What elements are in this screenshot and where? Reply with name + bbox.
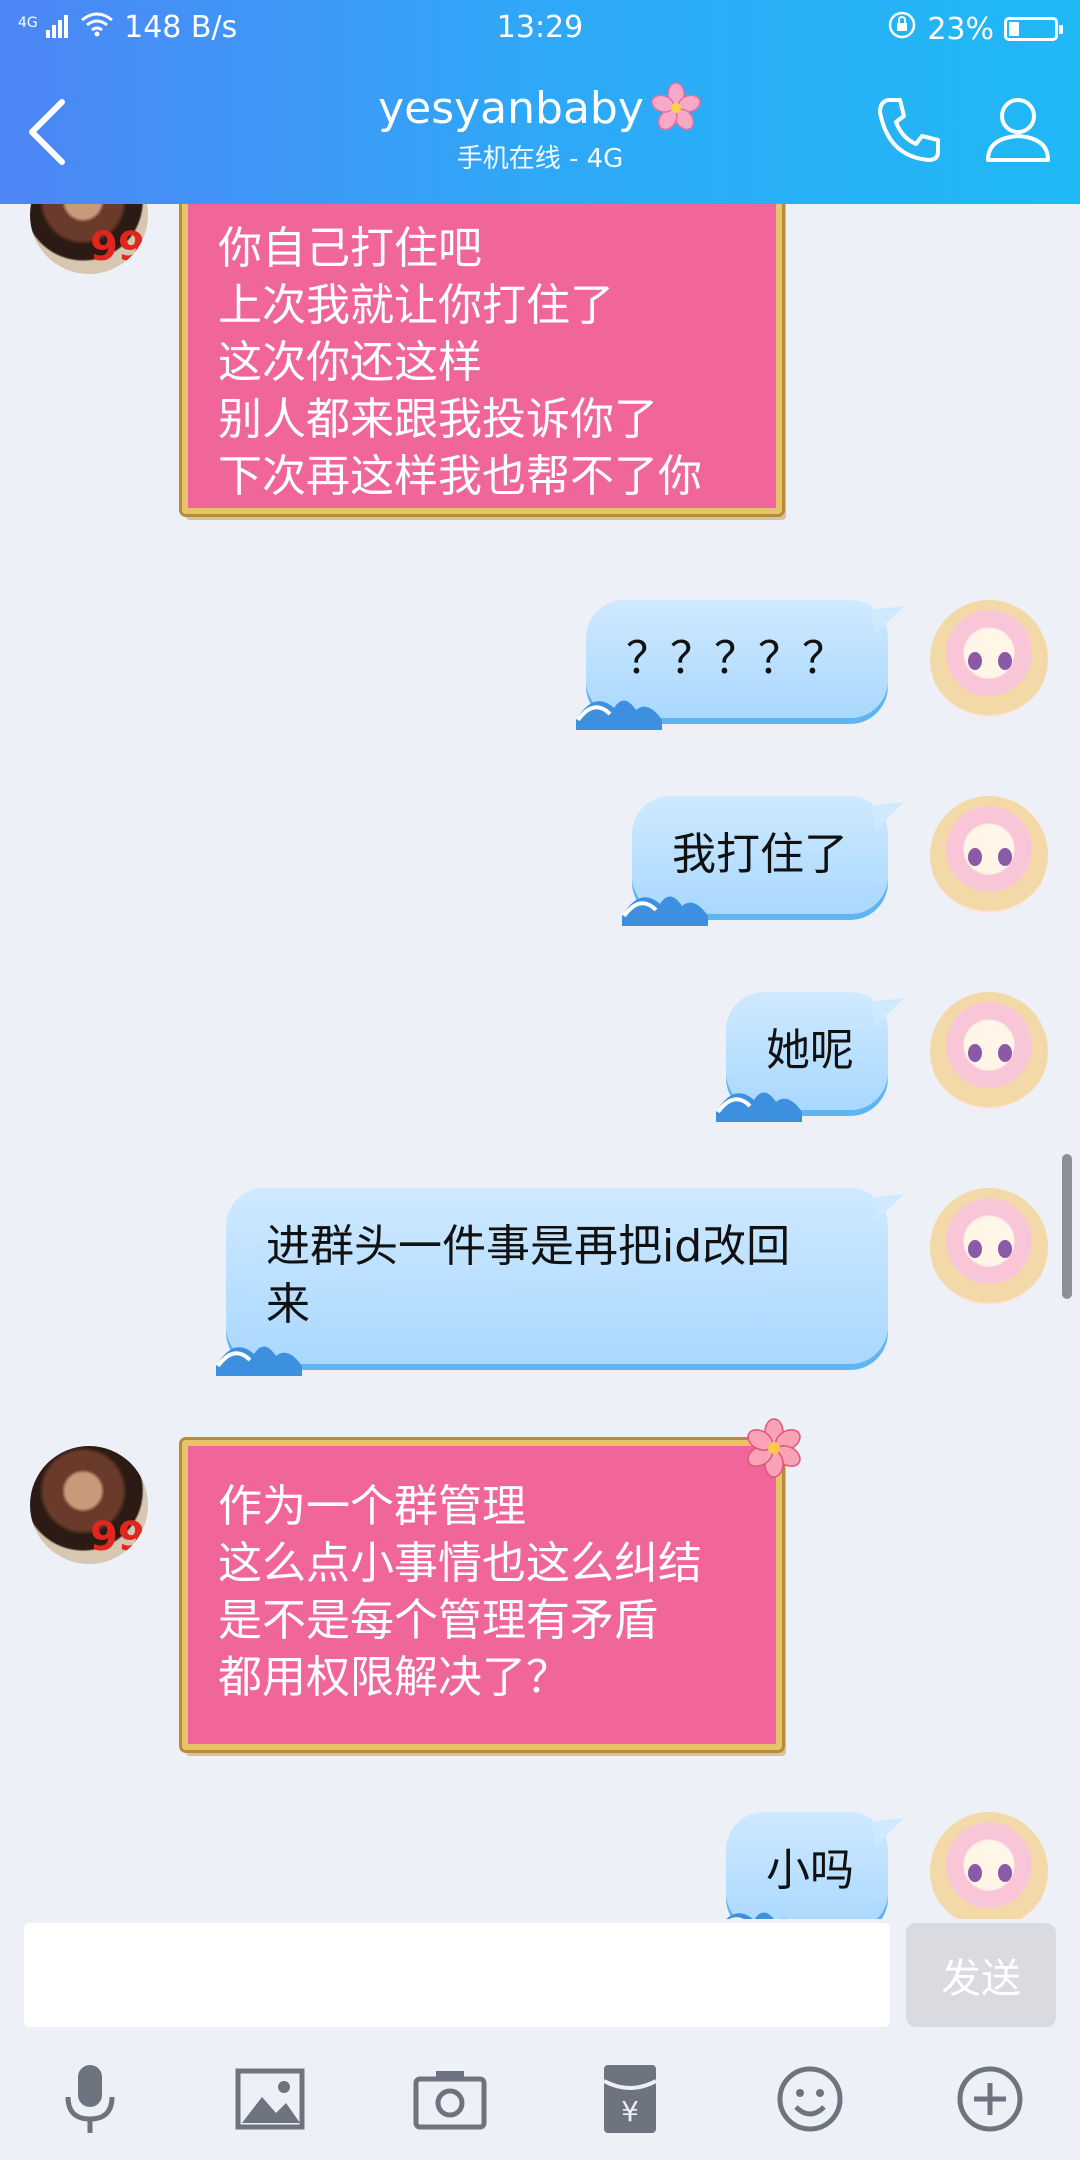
my-avatar[interactable] <box>930 992 1048 1110</box>
scrollbar[interactable] <box>1062 1154 1072 1299</box>
svg-text:99: 99 <box>90 224 142 266</box>
avatar-art <box>968 652 982 670</box>
wave-decoration-icon <box>716 1092 802 1122</box>
camera-button[interactable] <box>410 2059 490 2139</box>
message-line: 进群头一件事是再把id改回 <box>266 1221 791 1272</box>
badge-99-icon: 99 <box>90 224 142 266</box>
wave-decoration-icon <box>216 1346 302 1376</box>
wave-decoration-icon <box>622 896 708 926</box>
message-bubble-sent[interactable]: 她呢 <box>716 992 904 1122</box>
rotation-lock-icon <box>887 10 917 48</box>
avatar-art <box>998 652 1012 670</box>
bubble-tail <box>870 998 904 1026</box>
bubble-tail <box>870 802 904 830</box>
battery-icon <box>1004 17 1063 41</box>
message-line: 是不是每个管理有矛盾 <box>218 1595 658 1646</box>
voice-call-button[interactable] <box>868 90 948 170</box>
red-packet-icon: ¥ <box>603 2065 657 2133</box>
image-icon <box>235 2068 305 2130</box>
message-list[interactable]: 99 你自己打住吧 上次我就让你打住了 这次你还这样 别人都来跟我投诉你了 下次… <box>0 204 1080 1919</box>
flower-decoration-icon <box>747 1418 801 1478</box>
photo-button[interactable] <box>230 2059 310 2139</box>
message-bubble-received[interactable]: 你自己打住吧 上次我就让你打住了 这次你还这样 别人都来跟我投诉你了 下次再这样… <box>179 204 785 517</box>
avatar-art <box>998 1044 1012 1062</box>
camera-icon <box>413 2071 487 2130</box>
bubble-tail <box>870 1818 904 1846</box>
cherry-blossom-icon <box>651 82 701 131</box>
status-bar: 4G 148 B/s 13:29 23% <box>0 0 1080 56</box>
message-line: 这次你还这样 <box>218 337 482 388</box>
message-line: 作为一个群管理 <box>218 1481 526 1532</box>
message-line: 你自己打住吧 <box>218 223 482 274</box>
battery-percent: 23% <box>927 11 994 47</box>
message-line: 上次我就让你打住了 <box>218 280 614 331</box>
page-title: yesyanbaby <box>378 82 702 134</box>
avatar-art <box>968 848 982 866</box>
message-bubble-sent[interactable]: 进群头一件事是再把id改回 来 <box>216 1188 904 1376</box>
contact-avatar[interactable]: 99 <box>30 204 148 274</box>
avatar-art <box>998 848 1012 866</box>
avatar-art <box>998 1864 1012 1882</box>
phone-icon <box>878 98 940 162</box>
avatar-art <box>968 1240 982 1258</box>
red-packet-button[interactable]: ¥ <box>590 2059 670 2139</box>
message-bubble-sent[interactable]: 我打住了 <box>622 796 904 926</box>
message-line: 这么点小事情也这么纠结 <box>218 1538 702 1589</box>
input-toolbar: ¥ <box>0 2029 1080 2160</box>
avatar-art <box>968 1864 982 1882</box>
clock: 13:29 <box>496 10 584 45</box>
battery-fill <box>1009 22 1019 36</box>
message-line: 都用权限解决了？ <box>218 1652 570 1703</box>
contact-name: yesyanbaby <box>378 82 644 134</box>
plus-icon <box>957 2066 1023 2132</box>
wave-decoration-icon <box>726 1912 787 1919</box>
message-line: 别人都来跟我投诉你了 <box>218 394 658 445</box>
message-bubble-sent[interactable]: 小吗 <box>726 1812 904 1919</box>
message-bubble-received[interactable]: 作为一个群管理 这么点小事情也这么纠结 是不是每个管理有矛盾 都用权限解决了？ <box>179 1418 801 1753</box>
voice-button[interactable] <box>50 2059 130 2139</box>
my-avatar[interactable] <box>930 1812 1048 1919</box>
more-button[interactable] <box>950 2059 1030 2139</box>
svg-text:99: 99 <box>90 1514 142 1556</box>
input-bar: 发送 <box>0 1919 1080 2029</box>
message-bubble-sent[interactable]: ？？？？？ <box>576 600 904 730</box>
svg-text:¥: ¥ <box>621 2095 639 2128</box>
emoji-icon <box>777 2066 843 2132</box>
message-line: 下次再这样我也帮不了你 <box>218 451 702 502</box>
my-avatar[interactable] <box>930 1188 1048 1306</box>
badge-99-icon: 99 <box>90 1514 142 1556</box>
message-input[interactable] <box>24 1923 890 2027</box>
chat-header: 4G 148 B/s 13:29 23% yesyanbaby 手机在线 - 4… <box>0 0 1080 204</box>
contact-avatar[interactable]: 99 <box>30 1446 148 1564</box>
bubble-tail <box>870 1194 904 1222</box>
my-avatar[interactable] <box>930 600 1048 718</box>
my-avatar[interactable] <box>930 796 1048 914</box>
contact-profile-button[interactable] <box>978 88 1058 168</box>
mic-icon <box>65 2065 115 2133</box>
avatar-art <box>968 1044 982 1062</box>
avatar-art <box>998 1240 1012 1258</box>
wave-decoration-icon <box>576 700 662 730</box>
bubble-tail <box>870 606 904 634</box>
person-icon <box>986 98 1050 162</box>
emoji-button[interactable] <box>770 2059 850 2139</box>
send-button[interactable]: 发送 <box>906 1923 1056 2027</box>
